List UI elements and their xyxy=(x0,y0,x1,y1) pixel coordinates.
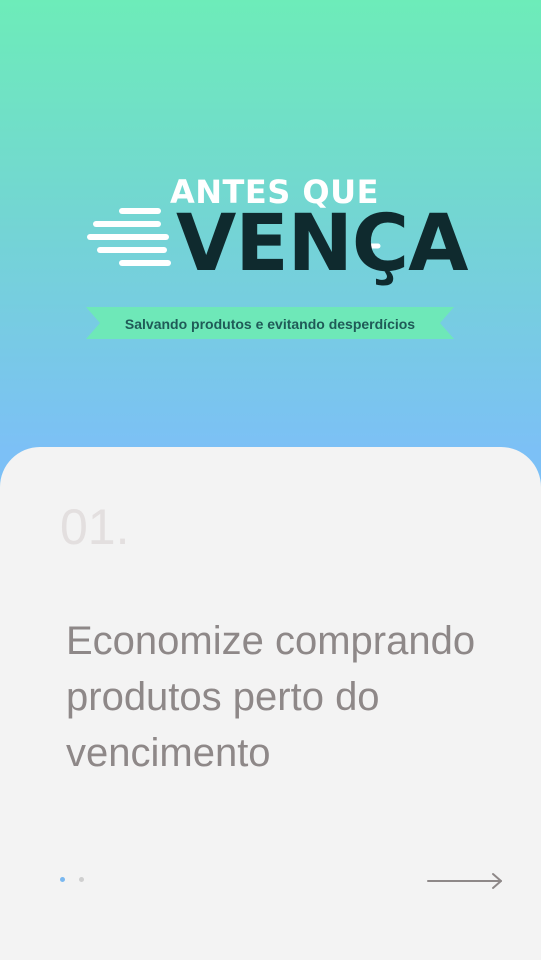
logo-title-main: VENÇA xyxy=(176,199,469,289)
speed-lines-icon xyxy=(87,208,171,266)
page-dot[interactable] xyxy=(79,877,84,882)
page-indicator xyxy=(60,877,84,882)
app-logo: ANTES QUE VENÇA Salvando produtos e evit… xyxy=(0,0,541,360)
arrow-right-icon xyxy=(427,873,502,889)
page-dot-active[interactable] xyxy=(60,877,65,882)
onboarding-headline: Economize comprando produtos perto do ve… xyxy=(66,619,476,775)
step-number: 01. xyxy=(60,499,130,555)
onboarding-card: 01. Economize comprando produtos perto d… xyxy=(0,447,541,960)
next-button[interactable] xyxy=(426,871,504,891)
logo-tagline: Salvando produtos e evitando desperdício… xyxy=(124,316,416,332)
